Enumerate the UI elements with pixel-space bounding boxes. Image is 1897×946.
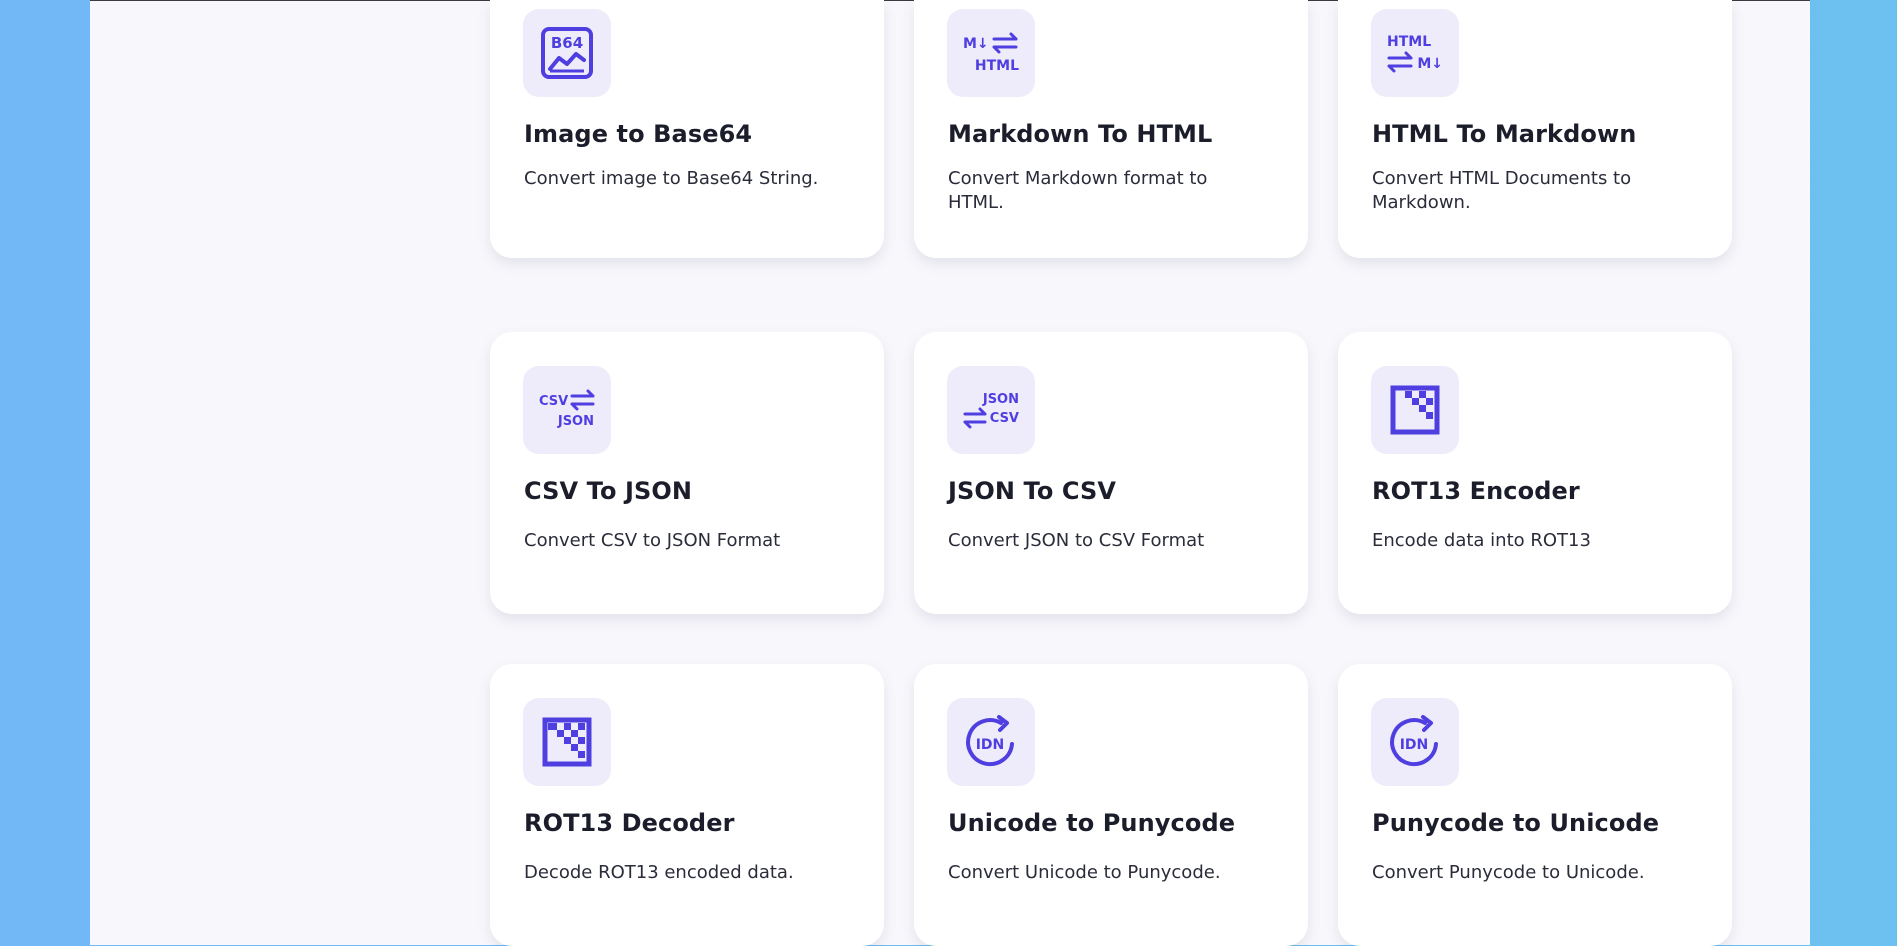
svg-text:HTML: HTML — [975, 58, 1019, 74]
svg-text:JSON: JSON — [557, 414, 594, 429]
tool-description: Convert HTML Documents to Markdown. — [1372, 168, 1632, 213]
tool-title: ROT13 Encoder — [1372, 477, 1580, 505]
svg-text:IDN: IDN — [1400, 737, 1429, 753]
tool-description: Convert Unicode to Punycode. — [948, 862, 1221, 883]
tool-title: HTML To Markdown — [1372, 120, 1637, 148]
tool-card-rot13-decoder[interactable]: ROT13 Decoder Decode ROT13 encoded data. — [490, 664, 884, 946]
idn-convert-icon: IDN — [1371, 698, 1459, 786]
idn-convert-icon: IDN — [947, 698, 1035, 786]
tool-description: Convert CSV to JSON Format — [524, 530, 781, 551]
tool-title: Markdown To HTML — [948, 120, 1213, 148]
html-to-markdown-icon: HTML M↓ — [1371, 9, 1459, 97]
tool-description: Decode ROT13 encoded data. — [524, 862, 794, 883]
csv-to-json-icon: CSV JSON — [523, 366, 611, 454]
tool-title: CSV To JSON — [524, 477, 693, 505]
svg-text:B64: B64 — [551, 34, 583, 52]
svg-text:HTML: HTML — [1387, 34, 1431, 50]
tool-card-csv-to-json[interactable]: CSV JSON CSV To JSON Convert CSV to JSON… — [490, 332, 884, 614]
svg-text:JSON: JSON — [982, 392, 1019, 407]
tool-description: Convert image to Base64 String. — [524, 168, 819, 189]
tool-card-json-to-csv[interactable]: JSON CSV JSON To CSV Convert JSON to CSV… — [914, 332, 1308, 614]
tool-title: Image to Base64 — [524, 120, 753, 148]
tool-description: Convert JSON to CSV Format — [948, 530, 1205, 551]
tool-title: Unicode to Punycode — [948, 809, 1236, 837]
rot13-encoder-icon — [1371, 366, 1459, 454]
svg-text:M↓: M↓ — [963, 36, 989, 52]
svg-text:CSV: CSV — [990, 411, 1019, 426]
tool-card-html-to-markdown[interactable]: HTML M↓ HTML To Markdown Convert HTML Do… — [1338, 0, 1732, 258]
rot13-decoder-icon — [523, 698, 611, 786]
svg-text:M↓: M↓ — [1417, 56, 1443, 72]
tool-card-punycode-to-unicode[interactable]: IDN Punycode to Unicode Convert Punycode… — [1338, 664, 1732, 946]
tool-card-unicode-to-punycode[interactable]: IDN Unicode to Punycode Convert Unicode … — [914, 664, 1308, 946]
json-to-csv-icon: JSON CSV — [947, 366, 1035, 454]
markdown-to-html-icon: M↓ HTML — [947, 9, 1035, 97]
tool-card-markdown-to-html[interactable]: M↓ HTML Markdown To HTML Convert Markdow… — [914, 0, 1308, 258]
tool-title: JSON To CSV — [948, 477, 1117, 505]
svg-text:CSV: CSV — [539, 394, 568, 409]
tool-description: Convert Markdown format to HTML. — [948, 168, 1208, 213]
tool-description: Encode data into ROT13 — [1372, 530, 1591, 551]
tool-title: Punycode to Unicode — [1372, 809, 1660, 837]
svg-text:IDN: IDN — [976, 737, 1005, 753]
tool-card-rot13-encoder[interactable]: ROT13 Encoder Encode data into ROT13 — [1338, 332, 1732, 614]
tool-title: ROT13 Decoder — [524, 809, 735, 837]
tool-card-image-to-base64[interactable]: B64 Image to Base64 Convert image to Bas… — [490, 0, 884, 258]
page-container: B64 Image to Base64 Convert image to Bas… — [90, 0, 1810, 946]
tool-description: Convert Punycode to Unicode. — [1372, 862, 1645, 883]
tools-grid: B64 Image to Base64 Convert image to Bas… — [490, 0, 1732, 946]
image-base64-icon: B64 — [523, 9, 611, 97]
